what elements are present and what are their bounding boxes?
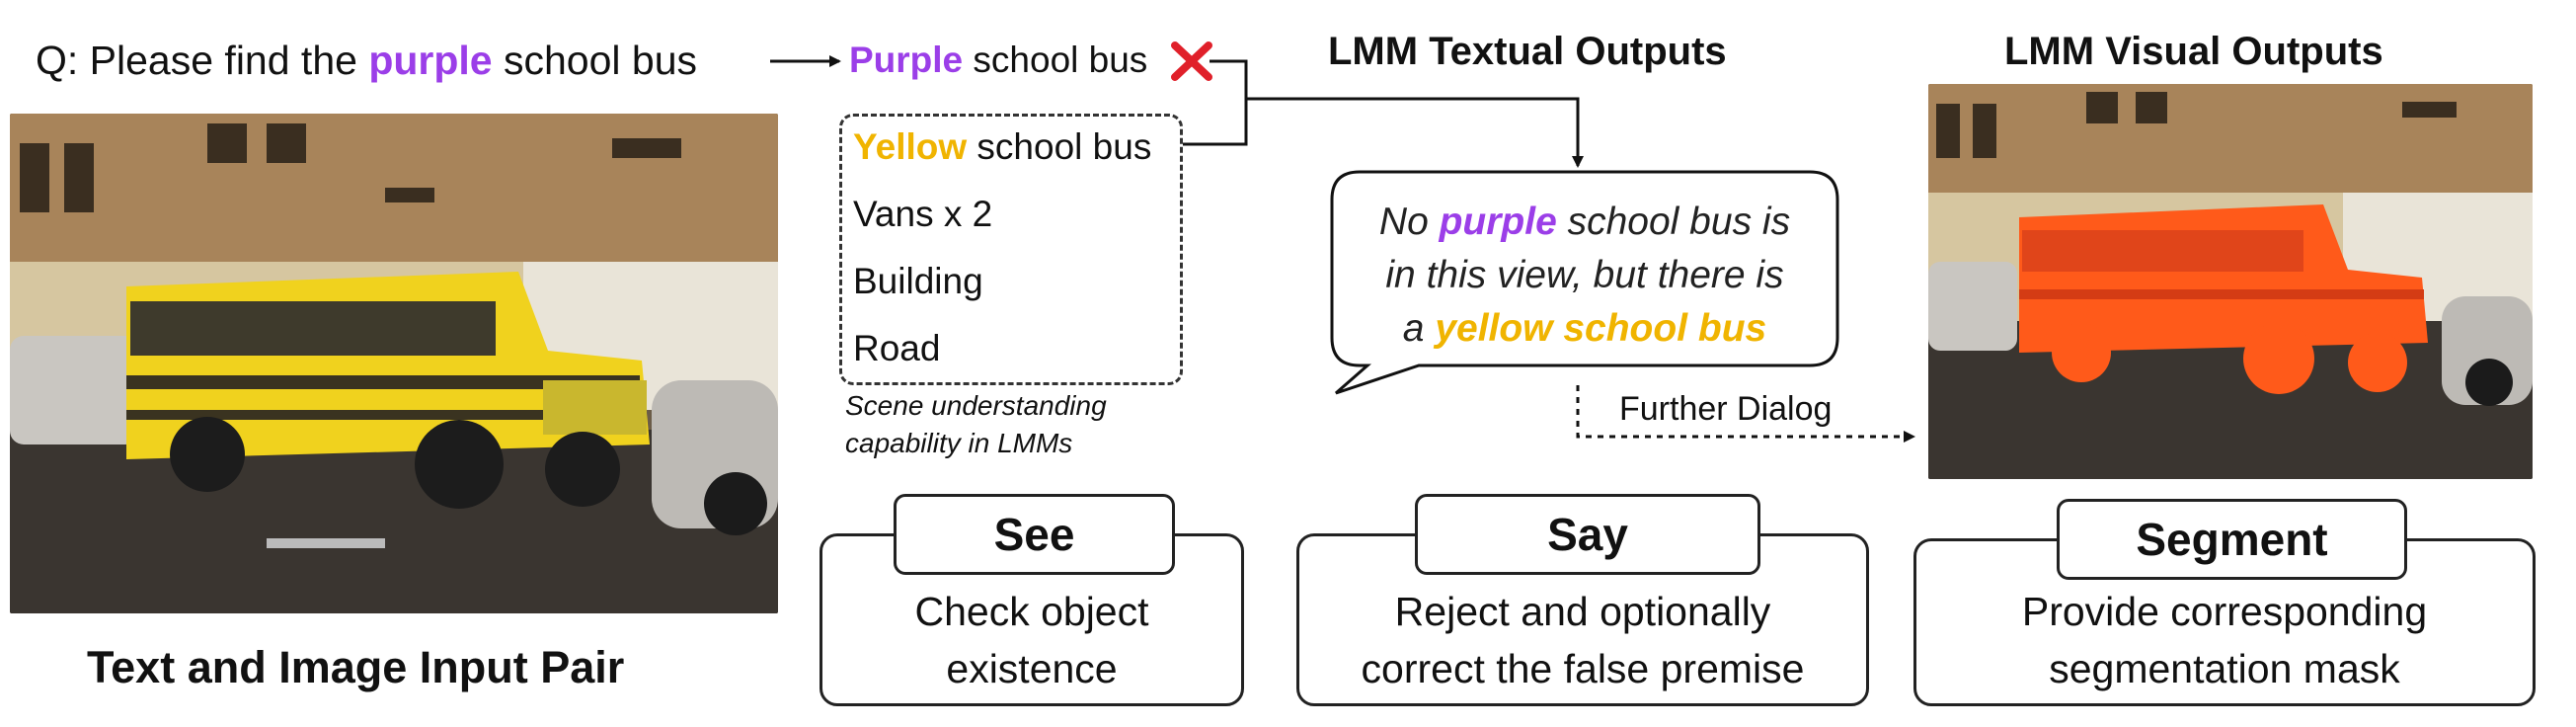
- segmentation-output-image: [1928, 84, 2533, 479]
- see-card-description: Check object existence: [914, 589, 1149, 691]
- visual-outputs-header: LMM Visual Outputs: [2004, 30, 2383, 73]
- say-card-description: Reject and optionally correct the false …: [1361, 589, 1805, 691]
- query-row: Purple school bus: [849, 40, 1148, 80]
- further-dialog-label: Further Dialog: [1619, 390, 1833, 428]
- segment-card-title: Segment: [2057, 499, 2407, 580]
- input-caption: Text and Image Input Pair: [87, 642, 625, 692]
- say-card-title: Say: [1415, 494, 1760, 575]
- scene-note: Scene understanding capability in LMMs: [845, 390, 1107, 458]
- detected-item-building: Building: [853, 261, 983, 301]
- input-image: [10, 114, 778, 613]
- cross-icon: [1171, 41, 1212, 81]
- detected-item-yellow: Yellow school bus: [853, 126, 1152, 167]
- bubble-arrow: [1246, 97, 1584, 168]
- textual-outputs-header: LMM Textual Outputs: [1328, 30, 1727, 73]
- bubble-text: No purple school bus is in this view, bu…: [1378, 201, 1791, 350]
- detected-item-vans: Vans x 2: [853, 194, 993, 234]
- detected-item-road: Road: [853, 328, 941, 368]
- see-card-title: See: [894, 494, 1175, 575]
- segment-card-description: Provide corresponding segmentation mask: [2021, 589, 2428, 691]
